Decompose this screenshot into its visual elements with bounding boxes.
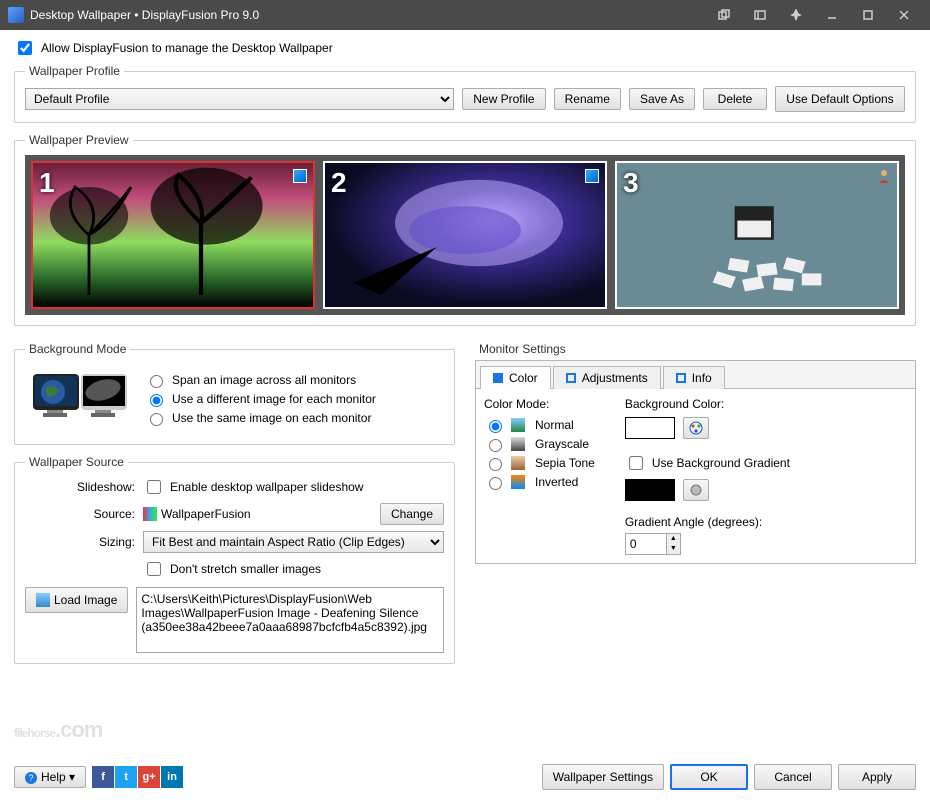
allow-manage-checkbox[interactable]: Allow DisplayFusion to manage the Deskto… xyxy=(14,38,333,58)
wallpaper-settings-button[interactable]: Wallpaper Settings xyxy=(542,764,664,790)
twitter-icon[interactable]: t xyxy=(115,766,137,788)
bgcolor-picker-button[interactable] xyxy=(683,417,709,439)
colormode-inverted-radio[interactable]: Inverted xyxy=(484,474,595,490)
normal-icon xyxy=(511,418,525,432)
gradient-angle-label: Gradient Angle (degrees): xyxy=(625,515,790,529)
help-icon: ? xyxy=(25,772,37,784)
googleplus-icon[interactable]: g+ xyxy=(138,766,160,788)
bgmode-same-radio[interactable]: Use the same image on each monitor xyxy=(145,410,376,426)
bgmode-diff-radio[interactable]: Use a different image for each monitor xyxy=(145,391,376,407)
bgmode-span-radio[interactable]: Span an image across all monitors xyxy=(145,372,376,388)
titlebar-btn-2[interactable] xyxy=(742,0,778,30)
tab-color[interactable]: Color xyxy=(480,366,551,389)
source-legend: Wallpaper Source xyxy=(25,455,128,469)
window-title: Desktop Wallpaper • DisplayFusion Pro 9.… xyxy=(30,8,259,22)
tab-info[interactable]: Info xyxy=(663,366,725,389)
titlebar-btn-1[interactable] xyxy=(706,0,742,30)
cancel-button[interactable]: Cancel xyxy=(754,764,832,790)
bgcolor-label: Background Color: xyxy=(625,397,790,411)
source-label: Source: xyxy=(94,507,135,521)
monitor-badge-icon xyxy=(585,169,599,183)
monitor-preview-1[interactable]: 1 xyxy=(31,161,315,309)
source-value: WallpaperFusion xyxy=(143,507,372,522)
colormode-grayscale-radio[interactable]: Grayscale xyxy=(484,436,595,452)
use-gradient-checkbox[interactable]: Use Background Gradient xyxy=(625,453,790,473)
close-icon[interactable] xyxy=(886,0,922,30)
allow-manage-label: Allow DisplayFusion to manage the Deskto… xyxy=(41,41,333,55)
monitors-illustration-icon xyxy=(25,364,135,434)
monitor-number-2: 2 xyxy=(331,167,347,199)
check-icon xyxy=(493,373,503,383)
ok-button[interactable]: OK xyxy=(670,764,748,790)
dont-stretch-checkbox[interactable]: Don't stretch smaller images xyxy=(143,559,444,579)
image-icon xyxy=(36,593,50,607)
colormode-sepia-radio[interactable]: Sepia Tone xyxy=(484,455,595,471)
help-button[interactable]: ?Help ▾ xyxy=(14,766,86,788)
monitor-number-1: 1 xyxy=(39,167,55,199)
profile-legend: Wallpaper Profile xyxy=(25,64,124,78)
preview-fieldset: Wallpaper Preview 1 2 xyxy=(14,133,916,326)
social-links: f t g+ in xyxy=(92,766,183,788)
preview-strip: 1 2 xyxy=(25,155,905,315)
inverted-icon xyxy=(511,475,525,489)
titlebar: Desktop Wallpaper • DisplayFusion Pro 9.… xyxy=(0,0,930,30)
spin-up-icon[interactable]: ▲ xyxy=(666,534,680,544)
square-icon xyxy=(566,373,576,383)
app-icon xyxy=(8,7,24,23)
sepia-icon xyxy=(511,456,525,470)
monitor-person-icon xyxy=(877,169,891,183)
monitor-settings-legend: Monitor Settings xyxy=(475,342,570,356)
monitor-badge-icon xyxy=(293,169,307,183)
watermark: filehorse.com xyxy=(14,707,102,746)
maximize-icon[interactable] xyxy=(850,0,886,30)
spin-down-icon[interactable]: ▼ xyxy=(666,544,680,554)
load-image-button[interactable]: Load Image xyxy=(25,587,128,613)
image-path-field[interactable]: C:\Users\Keith\Pictures\DisplayFusion\We… xyxy=(136,587,444,653)
monitor-preview-2[interactable]: 2 xyxy=(323,161,607,309)
facebook-icon[interactable]: f xyxy=(92,766,114,788)
apply-button[interactable]: Apply xyxy=(838,764,916,790)
profile-select[interactable]: Default Profile xyxy=(25,88,454,110)
gradient-color-swatch[interactable] xyxy=(625,479,675,501)
source-fieldset: Wallpaper Source Slideshow: Enable deskt… xyxy=(14,455,455,664)
save-as-button[interactable]: Save As xyxy=(629,88,695,110)
rename-button[interactable]: Rename xyxy=(554,88,621,110)
slideshow-label: Slideshow: xyxy=(77,480,135,494)
bgmode-fieldset: Background Mode Span an image across all… xyxy=(14,342,455,445)
monitor-settings-fieldset: Monitor Settings Color Adjustments Info … xyxy=(475,342,916,564)
profile-fieldset: Wallpaper Profile Default Profile New Pr… xyxy=(14,64,916,123)
sizing-select[interactable]: Fit Best and maintain Aspect Ratio (Clip… xyxy=(143,531,444,553)
use-default-options-button[interactable]: Use Default Options xyxy=(775,86,905,112)
monitor-preview-3[interactable]: 3 xyxy=(615,161,899,309)
wallpaperfusion-icon xyxy=(143,507,157,521)
bgmode-legend: Background Mode xyxy=(25,342,130,356)
gradient-angle-spinner[interactable]: ▲▼ xyxy=(625,533,681,555)
colormode-normal-radio[interactable]: Normal xyxy=(484,417,595,433)
grayscale-icon xyxy=(511,437,525,451)
new-profile-button[interactable]: New Profile xyxy=(462,88,545,110)
delete-button[interactable]: Delete xyxy=(703,88,767,110)
tab-adjustments[interactable]: Adjustments xyxy=(553,366,661,389)
linkedin-icon[interactable]: in xyxy=(161,766,183,788)
square-icon xyxy=(676,373,686,383)
gradient-color-picker-button[interactable] xyxy=(683,479,709,501)
bgmode-options: Span an image across all monitors Use a … xyxy=(145,369,376,429)
change-source-button[interactable]: Change xyxy=(380,503,444,525)
color-mode-label: Color Mode: xyxy=(484,397,595,411)
monitor-number-3: 3 xyxy=(623,167,639,199)
pin-icon[interactable] xyxy=(778,0,814,30)
bgcolor-swatch[interactable] xyxy=(625,417,675,439)
minimize-icon[interactable] xyxy=(814,0,850,30)
sizing-label: Sizing: xyxy=(99,535,135,549)
preview-legend: Wallpaper Preview xyxy=(25,133,133,147)
enable-slideshow-checkbox[interactable]: Enable desktop wallpaper slideshow xyxy=(143,477,444,497)
